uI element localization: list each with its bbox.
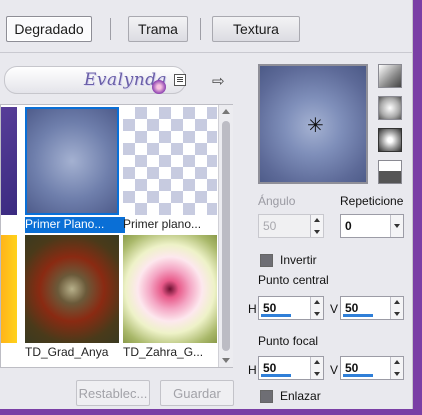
invert-label: Invertir: [280, 253, 317, 267]
thumbnail-partial[interactable]: [1, 235, 17, 343]
thumbnail-foreground-background[interactable]: Primer Plano...: [25, 107, 125, 233]
library-scrollbar[interactable]: [218, 105, 233, 367]
center-v-stepper[interactable]: 50: [340, 296, 404, 320]
gradient-dialog: Degradado Trama Textura Evalynda ⇨ Prime…: [0, 0, 413, 409]
rectangular-type-icon[interactable]: [378, 96, 402, 120]
thumbnail-caption: Primer plano...: [123, 217, 202, 231]
focal-h-label: H: [248, 363, 257, 377]
focal-v-stepper[interactable]: 50: [340, 356, 404, 380]
thumbnail-foreground-transparent[interactable]: Primer plano...: [123, 107, 217, 231]
scrollbar-thumb[interactable]: [222, 121, 230, 351]
linear-type-icon[interactable]: [378, 64, 402, 88]
thumbnail-caption: Primer Plano...: [25, 217, 125, 233]
thumbnail-td-grad-anya[interactable]: TD_Grad_Anya: [25, 235, 119, 359]
center-point-icon[interactable]: ✳: [307, 116, 324, 136]
focal-point-label: Punto focal: [258, 334, 319, 348]
save-button[interactable]: Guardar: [160, 380, 234, 406]
focal-h-stepper[interactable]: 50: [258, 356, 324, 380]
thumbnail-caption: TD_Grad_Anya: [25, 345, 109, 359]
gradient-library-grid: Primer Plano... Primer plano... TD_Grad_…: [0, 104, 233, 368]
reset-button[interactable]: Restablec...: [76, 380, 150, 406]
center-v-label: V: [330, 302, 339, 316]
flower-icon: [152, 80, 166, 94]
gradient-preview[interactable]: ✳: [258, 64, 368, 184]
tab-separator: [200, 18, 201, 40]
angle-stepper[interactable]: 50: [258, 214, 324, 238]
angle-label: Ángulo: [258, 194, 296, 208]
invert-checkbox[interactable]: [260, 254, 273, 267]
focal-v-label: V: [330, 363, 339, 377]
repeats-label: Repeticione: [340, 194, 404, 208]
center-point-label: Punto central: [258, 273, 329, 287]
list-menu-icon[interactable]: [174, 74, 186, 86]
thumbnail-td-zahra[interactable]: TD_Zahra_G...: [123, 235, 217, 359]
tab-pattern[interactable]: Trama: [128, 16, 188, 42]
tab-gradient[interactable]: Degradado: [6, 16, 92, 42]
arrow-right-icon[interactable]: ⇨: [212, 72, 225, 90]
center-h-stepper[interactable]: 50: [258, 296, 324, 320]
link-checkbox[interactable]: [260, 390, 273, 403]
thumbnail-caption: TD_Zahra_G...: [123, 345, 204, 359]
radial-type-icon[interactable]: [378, 160, 402, 184]
divider: [0, 52, 412, 53]
thumbnail-partial[interactable]: [1, 107, 17, 215]
center-h-label: H: [248, 302, 257, 316]
link-label: Enlazar: [280, 389, 321, 403]
scroll-down-icon[interactable]: [222, 358, 230, 363]
tab-texture[interactable]: Textura: [212, 16, 300, 42]
sunburst-type-icon[interactable]: [378, 128, 402, 152]
scroll-up-icon[interactable]: [222, 109, 230, 114]
tab-separator: [110, 18, 111, 40]
repeats-stepper[interactable]: 0: [340, 214, 404, 238]
